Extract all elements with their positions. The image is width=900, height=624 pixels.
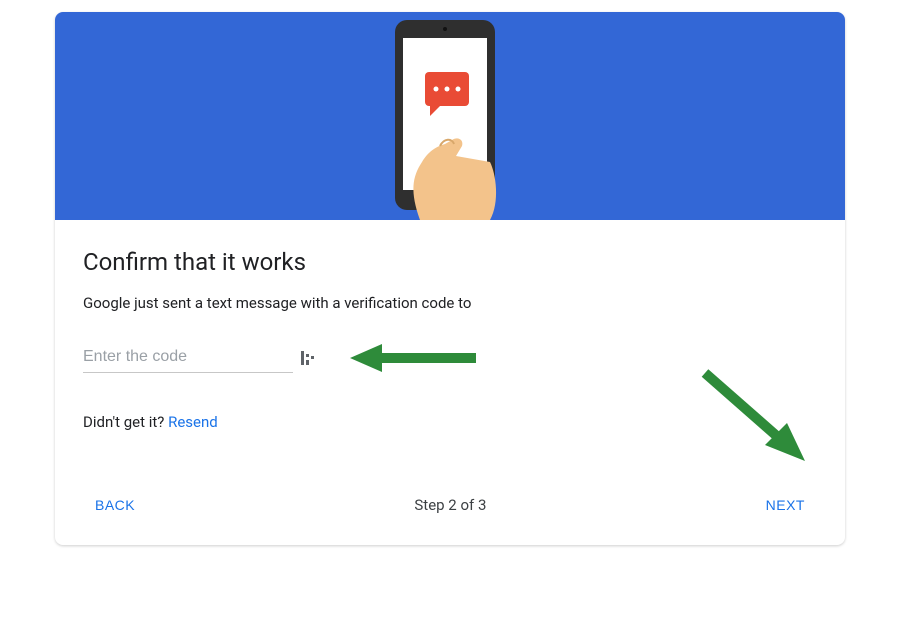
code-input[interactable] [83,342,293,373]
resend-line: Didn't get it? Resend [83,413,817,431]
footer-bar: BACK Step 2 of 3 NEXT [83,481,817,531]
code-input-row [83,342,817,373]
resend-link[interactable]: Resend [168,413,218,431]
phone-hand-illustration [340,12,560,220]
verification-card: Confirm that it works Google just sent a… [55,12,845,545]
instruction-text: Google just sent a text message with a v… [83,294,817,312]
next-button[interactable]: NEXT [754,489,817,521]
back-button[interactable]: BACK [83,489,147,521]
content-area: Confirm that it works Google just sent a… [55,220,845,545]
illustration-banner [55,12,845,220]
annotation-arrow-input [348,338,478,378]
step-indicator: Step 2 of 3 [414,496,486,514]
page-title: Confirm that it works [83,248,817,276]
password-manager-icon[interactable] [301,350,315,366]
resend-prompt: Didn't get it? [83,413,168,431]
